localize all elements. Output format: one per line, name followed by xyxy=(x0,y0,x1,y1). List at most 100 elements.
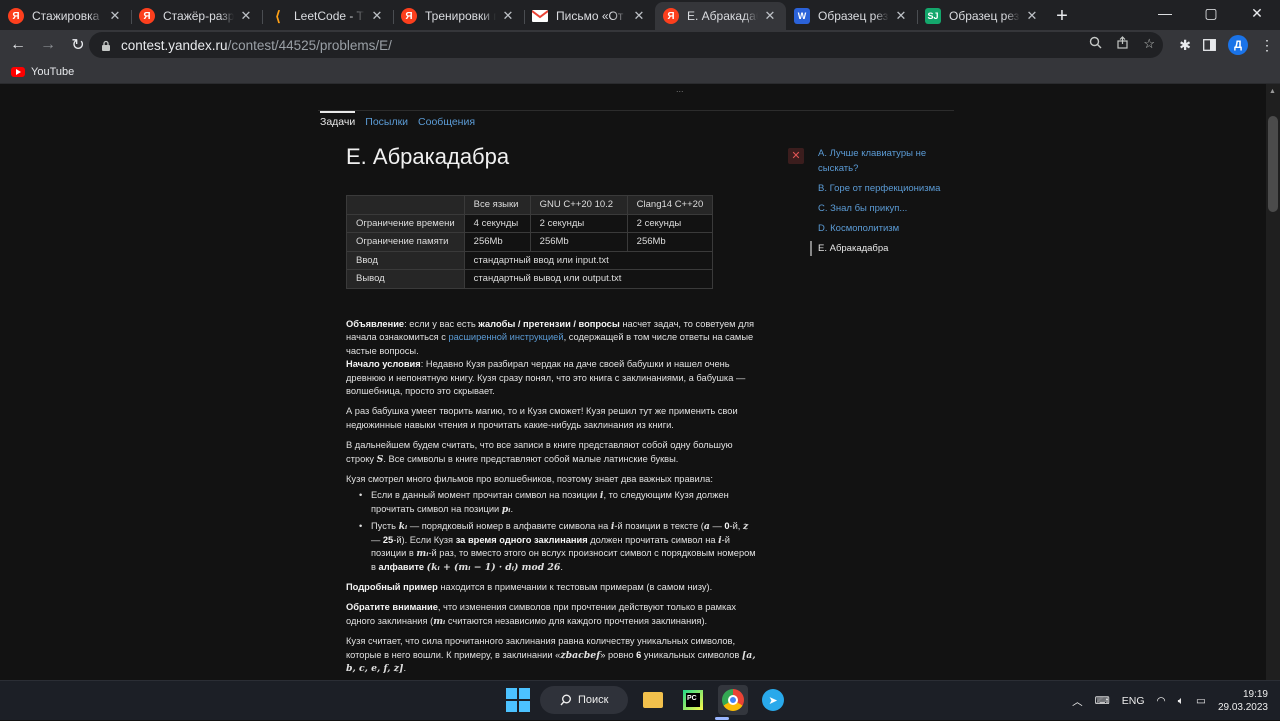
browser-tab[interactable]: SJ Образец резюме ✕ xyxy=(917,2,1048,30)
bookmark-star-icon[interactable]: ☆ xyxy=(1143,36,1155,52)
start-button[interactable] xyxy=(506,688,530,712)
browser-tab[interactable]: Я Стажёр-разработчик ✕ xyxy=(131,2,262,30)
page-title: E. Абракадабра xyxy=(346,144,510,169)
close-tab-icon[interactable]: ✕ xyxy=(500,8,516,24)
instructions-link[interactable]: расширенной инструкцией xyxy=(448,332,563,342)
search-label: Поиск xyxy=(578,694,609,706)
announcement: Объявление: если у вас есть жалобы / пре… xyxy=(346,318,760,398)
close-tab-icon[interactable]: ✕ xyxy=(107,8,123,24)
problem-link[interactable]: A. Лучше клавиатуры не сыскать? xyxy=(810,146,960,176)
browser-toolbar: ← → ↻ contest.yandex.ru/contest/44525/pr… xyxy=(0,30,1280,60)
problem-list: A. Лучше клавиатуры не сыскать? B. Горе о… xyxy=(810,146,960,261)
taskbar-search[interactable]: Поиск xyxy=(540,686,628,714)
text: . Все символы в книге представляют собой… xyxy=(383,453,679,464)
problem-link[interactable]: D. Космополитизм xyxy=(810,221,960,236)
table-header-cell: GNU C++20 10.2 xyxy=(529,195,628,215)
table-header-cell xyxy=(346,195,465,215)
back-button[interactable]: ← xyxy=(3,36,33,54)
lock-icon[interactable] xyxy=(101,40,111,51)
leetcode-icon: ⟨ xyxy=(275,7,281,24)
math: kᵢ xyxy=(398,521,408,533)
scrollbar-thumb[interactable] xyxy=(1268,116,1278,212)
text: : если у вас есть xyxy=(404,319,479,329)
browser-tab[interactable]: Письмо «От команды ✕ xyxy=(524,2,655,30)
drag-handle[interactable]: ... xyxy=(676,84,684,94)
word-icon: W xyxy=(794,8,810,24)
text: находится в примечании к тестовым пример… xyxy=(437,581,713,592)
paragraph: В дальнейшем будем считать, что все запи… xyxy=(346,439,760,466)
problem-link[interactable]: B. Горе от перфекционизма xyxy=(810,181,960,196)
rules-list: Если в данный момент прочитан символ на … xyxy=(359,489,760,573)
page-content: ... Задачи Посылки Сообщения E. Абракада… xyxy=(0,84,1266,680)
table-row: Вывод стандартный вывод или output.txt xyxy=(346,269,714,289)
search-icon xyxy=(560,694,571,706)
address-bar[interactable]: contest.yandex.ru/contest/44525/problems… xyxy=(89,32,1163,58)
tray-overflow-icon[interactable]: ︿ xyxy=(1072,694,1083,709)
language-indicator[interactable]: ENG xyxy=(1122,695,1145,707)
page-scrollbar[interactable]: ▲ xyxy=(1266,84,1280,680)
browser-tab[interactable]: W Образец резюме ✕ xyxy=(786,2,917,30)
browser-tab[interactable]: Я Стажировка в Яндексе ✕ xyxy=(0,2,131,30)
table-row: Ввод стандартный ввод или input.txt xyxy=(346,250,714,270)
file-explorer-icon[interactable] xyxy=(638,685,668,715)
close-tab-icon[interactable]: ✕ xyxy=(893,8,909,24)
text: -й, xyxy=(729,521,743,532)
battery-icon[interactable]: ▭ xyxy=(1196,695,1206,707)
maximize-button[interactable]: ▢ xyxy=(1188,0,1234,28)
pycharm-icon[interactable]: PC xyxy=(678,685,708,715)
side-panel-icon[interactable] xyxy=(1203,39,1216,51)
yandex-icon: Я xyxy=(8,8,24,24)
problem-link[interactable]: C. Знал бы прикуп... xyxy=(810,201,960,216)
table-cell: 2 секунды xyxy=(529,213,628,233)
telegram-icon[interactable]: ➤ xyxy=(758,685,788,715)
paragraph: Кузя считает, что сила прочитанного закл… xyxy=(346,635,760,675)
browser-tab[interactable]: Я Тренировки по алгоритмам ✕ xyxy=(393,2,524,30)
table-cell: стандартный вывод или output.txt xyxy=(463,269,714,289)
forward-button[interactable]: → xyxy=(33,36,63,54)
math: mᵢ xyxy=(433,615,446,627)
keyboard-icon[interactable]: ⌨ xyxy=(1095,695,1110,707)
menu-kebab-icon[interactable]: ⋮ xyxy=(1260,37,1274,54)
tab-messages[interactable]: Сообщения xyxy=(418,116,475,128)
close-tab-icon[interactable]: ✕ xyxy=(1024,8,1040,24)
browser-tab[interactable]: Я E. Абракадабра — Контест ✕ xyxy=(655,2,786,30)
new-tab-button[interactable]: + xyxy=(1048,2,1076,30)
minimize-button[interactable]: — xyxy=(1142,0,1188,28)
tab-problems[interactable]: Задачи xyxy=(320,111,356,128)
math: pᵢ xyxy=(501,503,511,515)
share-icon[interactable] xyxy=(1116,36,1129,49)
problem-link[interactable]: E. Абракадабра xyxy=(810,241,960,256)
profile-avatar[interactable]: Д xyxy=(1228,35,1248,55)
clock[interactable]: 19:19 29.03.2023 xyxy=(1218,688,1268,714)
close-tab-icon[interactable]: ✕ xyxy=(369,8,385,24)
text: — xyxy=(709,521,725,532)
scroll-up-icon[interactable]: ▲ xyxy=(1269,88,1276,95)
close-problem-list-button[interactable]: ✕ xyxy=(788,148,804,164)
tab-title: Образец резюме xyxy=(818,9,889,23)
zoom-icon[interactable] xyxy=(1089,36,1102,49)
text: . xyxy=(403,662,407,673)
table-header-cell: Clang14 C++20 xyxy=(626,195,714,215)
text: Пусть xyxy=(371,521,399,532)
tab-title: Письмо «От команды xyxy=(556,9,627,23)
wifi-icon[interactable]: ◠ xyxy=(1157,695,1166,707)
bookmark-youtube[interactable]: YouTube xyxy=(31,66,74,78)
table-cell: стандартный ввод или input.txt xyxy=(463,250,714,270)
text: -й позиции в тексте ( xyxy=(614,521,704,532)
close-tab-icon[interactable]: ✕ xyxy=(762,8,778,24)
close-tab-icon[interactable]: ✕ xyxy=(631,8,647,24)
extensions-icon[interactable]: ✱ xyxy=(1179,37,1191,54)
bookmarks-bar: YouTube xyxy=(0,60,1280,84)
close-window-button[interactable]: ✕ xyxy=(1234,0,1280,28)
announcement-label: Объявление xyxy=(346,319,405,329)
math: mᵢ xyxy=(416,548,429,560)
browser-tab[interactable]: ⟨ LeetCode - The World ✕ xyxy=(262,2,393,30)
table-cell: Ограничение памяти xyxy=(346,232,465,252)
tab-title: Стажировка в Яндексе xyxy=(32,9,103,23)
close-tab-icon[interactable]: ✕ xyxy=(238,8,254,24)
volume-icon[interactable]: 🔈︎ xyxy=(1178,695,1184,708)
limits-table: Все языки GNU C++20 10.2 Clang14 C++20 О… xyxy=(346,195,714,289)
paragraph: Подробный пример находится в примечании … xyxy=(346,581,760,594)
chrome-icon[interactable] xyxy=(718,685,748,715)
tab-submissions[interactable]: Посылки xyxy=(365,116,408,128)
